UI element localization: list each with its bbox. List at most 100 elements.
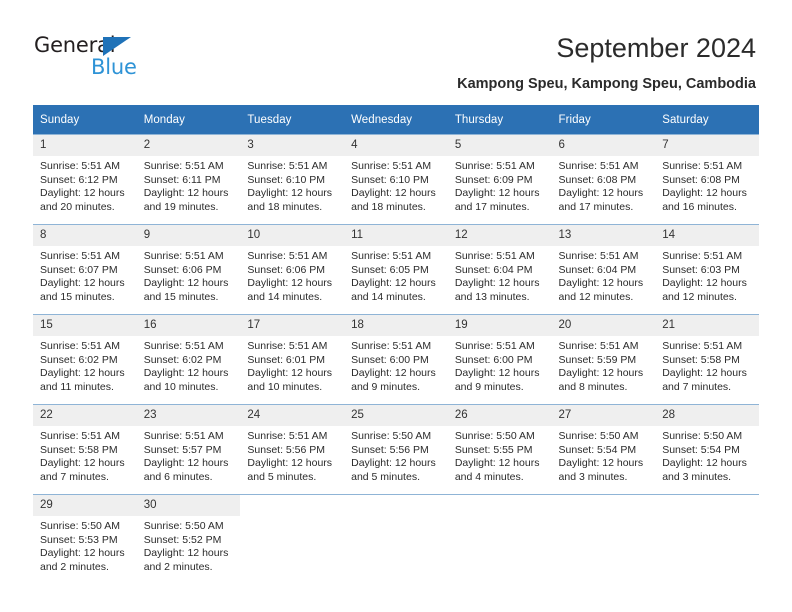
day-details: Sunrise: 5:51 AM Sunset: 6:03 PM Daylight:… <box>655 246 759 304</box>
calendar-day-cell[interactable] <box>240 494 345 584</box>
day-details: Sunrise: 5:51 AM Sunset: 6:08 PM Daylight:… <box>552 156 656 214</box>
day-details: Sunrise: 5:51 AM Sunset: 5:58 PM Daylight:… <box>655 336 759 394</box>
calendar-day-cell[interactable]: 8 Sunrise: 5:51 AM Sunset: 6:07 PM Daylight… <box>33 224 137 315</box>
day-details: Sunrise: 5:51 AM Sunset: 6:06 PM Daylight:… <box>137 246 241 304</box>
weekday-header-wednesday: Wednesday <box>344 105 448 135</box>
sunset-text: Sunset: 5:52 PM <box>143 533 222 546</box>
calendar-day-cell[interactable]: 28 Sunrise: 5:50 AM Sunset: 5:54 PM Dayligh… <box>655 404 759 495</box>
calendar-day-cell[interactable]: 30 Sunrise: 5:50 AM Sunset: 5:52 PM Dayligh… <box>136 494 241 584</box>
sunset-text: Sunset: 6:02 PM <box>40 353 118 366</box>
daylight-text: Daylight: 12 hours and 3 minutes. <box>662 457 747 483</box>
day-cell-content: 10 Sunrise: 5:51 AM Sunset: 6:06 PM Dayligh… <box>240 225 345 314</box>
calendar-day-cell[interactable]: 14 Sunrise: 5:51 AM Sunset: 6:03 PM Dayligh… <box>655 224 759 315</box>
sunset-text: Sunset: 5:58 PM <box>40 443 118 456</box>
calendar-day-cell[interactable]: 17 Sunrise: 5:51 AM Sunset: 6:01 PM Dayligh… <box>240 314 345 405</box>
day-details: Sunrise: 5:51 AM Sunset: 6:00 PM Daylight:… <box>344 336 448 394</box>
day-number: 22 <box>33 405 137 426</box>
day-number: 23 <box>136 405 241 426</box>
general-blue-logo[interactable]: General Blue <box>34 34 164 82</box>
day-details: Sunrise: 5:51 AM Sunset: 6:10 PM Daylight:… <box>240 156 344 214</box>
day-cell-content: 18 Sunrise: 5:51 AM Sunset: 6:00 PM Dayligh… <box>344 315 448 404</box>
calendar-day-cell[interactable]: 22 Sunrise: 5:51 AM Sunset: 5:58 PM Dayligh… <box>33 404 137 495</box>
calendar-day-cell[interactable]: 23 Sunrise: 5:51 AM Sunset: 5:57 PM Dayligh… <box>136 404 241 495</box>
sunset-text: Sunset: 6:04 PM <box>454 263 533 276</box>
daylight-text: Daylight: 12 hours and 10 minutes. <box>143 367 229 393</box>
day-details: Sunrise: 5:51 AM Sunset: 6:08 PM Daylight:… <box>655 156 759 214</box>
calendar-day-cell[interactable]: 24 Sunrise: 5:51 AM Sunset: 5:56 PM Dayligh… <box>240 404 345 495</box>
weekday-header-friday: Friday <box>551 105 656 135</box>
day-number: 30 <box>136 495 241 516</box>
daylight-text: Daylight: 12 hours and 17 minutes. <box>454 187 540 213</box>
daylight-text: Daylight: 12 hours and 16 minutes. <box>662 187 747 213</box>
day-number: 14 <box>655 225 759 246</box>
calendar-day-cell[interactable]: 4 Sunrise: 5:51 AM Sunset: 6:10 PM Daylight… <box>344 134 448 225</box>
calendar-day-cell[interactable]: 20 Sunrise: 5:51 AM Sunset: 5:59 PM Dayligh… <box>551 314 656 405</box>
calendar-day-cell[interactable]: 15 Sunrise: 5:51 AM Sunset: 6:02 PM Dayligh… <box>33 314 137 405</box>
calendar-day-cell[interactable]: 5 Sunrise: 5:51 AM Sunset: 6:09 PM Daylight… <box>447 134 552 225</box>
calendar-day-cell[interactable] <box>344 494 448 584</box>
day-details: Sunrise: 5:51 AM Sunset: 6:12 PM Daylight:… <box>33 156 137 214</box>
day-cell-content: 17 Sunrise: 5:51 AM Sunset: 6:01 PM Dayligh… <box>240 315 345 404</box>
sunset-text: Sunset: 5:54 PM <box>662 443 740 456</box>
sunrise-text: Sunrise: 5:51 AM <box>40 160 120 172</box>
calendar-day-cell[interactable]: 21 Sunrise: 5:51 AM Sunset: 5:58 PM Dayligh… <box>655 314 759 405</box>
calendar-body: 1 Sunrise: 5:51 AM Sunset: 6:12 PM Daylight… <box>33 134 759 584</box>
day-cell-content: 1 Sunrise: 5:51 AM Sunset: 6:12 PM Daylight… <box>33 135 137 224</box>
calendar-day-cell[interactable]: 29 Sunrise: 5:50 AM Sunset: 5:53 PM Dayligh… <box>33 494 137 584</box>
calendar-day-cell[interactable]: 9 Sunrise: 5:51 AM Sunset: 6:06 PM Daylight… <box>136 224 241 315</box>
calendar-day-cell[interactable]: 12 Sunrise: 5:51 AM Sunset: 6:04 PM Dayligh… <box>447 224 552 315</box>
day-cell-content: 4 Sunrise: 5:51 AM Sunset: 6:10 PM Daylight… <box>344 135 448 224</box>
daylight-text: Daylight: 12 hours and 14 minutes. <box>351 277 436 303</box>
day-cell-empty <box>447 495 552 584</box>
sunrise-text: Sunrise: 5:51 AM <box>351 250 432 262</box>
daylight-text: Daylight: 12 hours and 9 minutes. <box>454 367 540 393</box>
day-cell-content: 7 Sunrise: 5:51 AM Sunset: 6:08 PM Daylight… <box>655 135 759 224</box>
calendar-day-cell[interactable]: 1 Sunrise: 5:51 AM Sunset: 6:12 PM Daylight… <box>33 134 137 225</box>
day-number: 9 <box>136 225 241 246</box>
weekday-header-thursday: Thursday <box>447 105 552 135</box>
calendar-day-cell[interactable]: 16 Sunrise: 5:51 AM Sunset: 6:02 PM Dayligh… <box>136 314 241 405</box>
calendar-day-cell[interactable]: 6 Sunrise: 5:51 AM Sunset: 6:08 PM Daylight… <box>551 134 656 225</box>
day-details: Sunrise: 5:50 AM Sunset: 5:55 PM Daylight:… <box>448 426 552 484</box>
sunset-text: Sunset: 6:00 PM <box>351 353 429 366</box>
day-cell-content: 3 Sunrise: 5:51 AM Sunset: 6:10 PM Daylight… <box>240 135 345 224</box>
daylight-text: Daylight: 12 hours and 14 minutes. <box>247 277 333 303</box>
day-number: 1 <box>33 135 137 156</box>
day-cell-content: 30 Sunrise: 5:50 AM Sunset: 5:52 PM Dayligh… <box>136 495 241 584</box>
sunrise-text: Sunrise: 5:51 AM <box>662 250 743 262</box>
day-number: 13 <box>551 225 656 246</box>
calendar-day-cell[interactable]: 3 Sunrise: 5:51 AM Sunset: 6:10 PM Daylight… <box>240 134 345 225</box>
sunrise-text: Sunrise: 5:51 AM <box>454 250 535 262</box>
day-details: Sunrise: 5:51 AM Sunset: 6:00 PM Daylight:… <box>448 336 552 394</box>
day-cell-content: 29 Sunrise: 5:50 AM Sunset: 5:53 PM Dayligh… <box>33 495 137 584</box>
calendar-day-cell[interactable] <box>447 494 552 584</box>
sunset-text: Sunset: 6:08 PM <box>662 173 740 186</box>
sunrise-text: Sunrise: 5:51 AM <box>558 250 639 262</box>
day-cell-content: 13 Sunrise: 5:51 AM Sunset: 6:04 PM Dayligh… <box>551 225 656 314</box>
sunrise-text: Sunrise: 5:51 AM <box>351 160 432 172</box>
calendar-day-cell[interactable]: 18 Sunrise: 5:51 AM Sunset: 6:00 PM Dayligh… <box>344 314 448 405</box>
day-number: 19 <box>447 315 552 336</box>
sunset-text: Sunset: 6:02 PM <box>143 353 222 366</box>
day-number: 7 <box>655 135 759 156</box>
daylight-text: Daylight: 12 hours and 15 minutes. <box>40 277 125 303</box>
calendar-header-row: Sunday Monday Tuesday Wednesday Thursday… <box>33 105 759 135</box>
calendar-day-cell[interactable]: 2 Sunrise: 5:51 AM Sunset: 6:11 PM Daylight… <box>136 134 241 225</box>
calendar-day-cell[interactable]: 27 Sunrise: 5:50 AM Sunset: 5:54 PM Dayligh… <box>551 404 656 495</box>
sunrise-text: Sunrise: 5:51 AM <box>454 160 535 172</box>
calendar-day-cell[interactable]: 11 Sunrise: 5:51 AM Sunset: 6:05 PM Dayligh… <box>344 224 448 315</box>
sunset-text: Sunset: 6:09 PM <box>454 173 533 186</box>
calendar-day-cell[interactable]: 25 Sunrise: 5:50 AM Sunset: 5:56 PM Dayligh… <box>344 404 448 495</box>
day-details: Sunrise: 5:51 AM Sunset: 5:59 PM Daylight:… <box>552 336 656 394</box>
calendar-day-cell[interactable]: 26 Sunrise: 5:50 AM Sunset: 5:55 PM Dayligh… <box>447 404 552 495</box>
calendar-day-cell[interactable] <box>655 494 759 584</box>
calendar-day-cell[interactable]: 7 Sunrise: 5:51 AM Sunset: 6:08 PM Daylight… <box>655 134 759 225</box>
sunrise-text: Sunrise: 5:50 AM <box>558 430 639 442</box>
day-cell-content: 16 Sunrise: 5:51 AM Sunset: 6:02 PM Dayligh… <box>136 315 241 404</box>
calendar-day-cell[interactable]: 13 Sunrise: 5:51 AM Sunset: 6:04 PM Dayligh… <box>551 224 656 315</box>
day-number: 27 <box>551 405 656 426</box>
day-number: 8 <box>33 225 137 246</box>
calendar-day-cell[interactable] <box>551 494 656 584</box>
calendar-day-cell[interactable]: 19 Sunrise: 5:51 AM Sunset: 6:00 PM Dayligh… <box>447 314 552 405</box>
calendar-day-cell[interactable]: 10 Sunrise: 5:51 AM Sunset: 6:06 PM Dayligh… <box>240 224 345 315</box>
